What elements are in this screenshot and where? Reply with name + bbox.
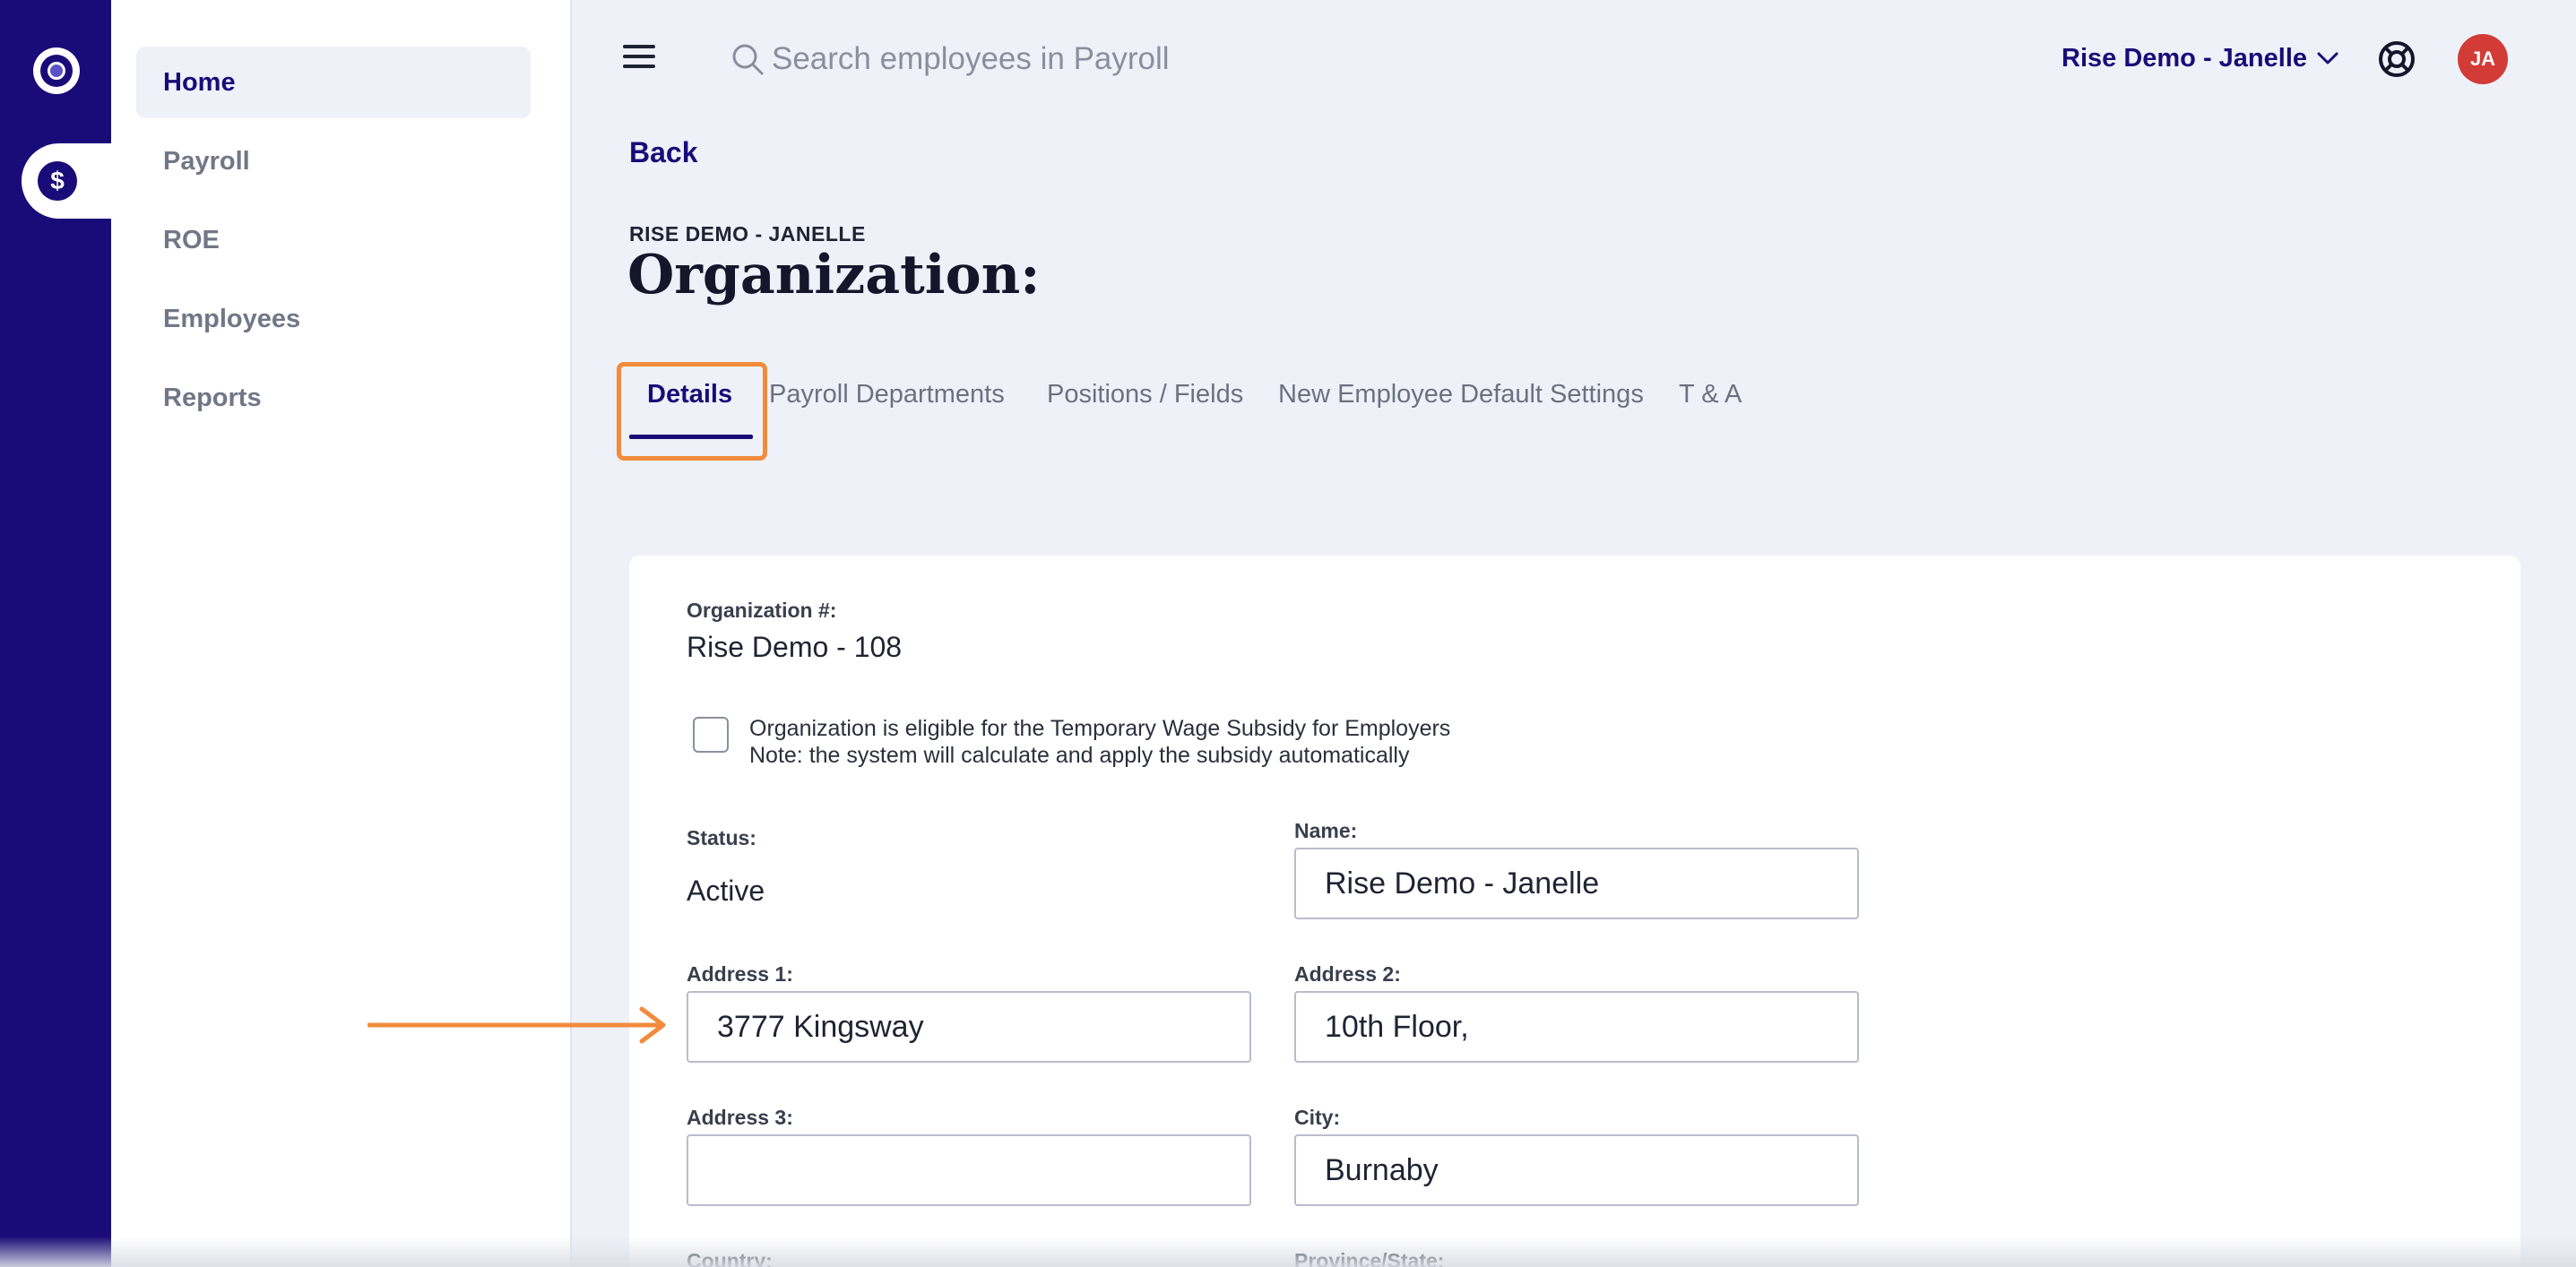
address3-label: Address 3: [687,1106,793,1129]
address1-label: Address 1: [687,962,793,986]
wage-subsidy-note: Note: the system will calculate and appl… [749,743,1410,768]
sidebar-item-employees[interactable]: Employees [136,283,531,355]
org-switcher-label: Rise Demo - Janelle [2062,43,2307,73]
sidebar: Home Payroll ROE Employees Reports [111,0,572,1267]
page-title: Organization: [627,244,1041,306]
hamburger-menu-icon[interactable] [623,45,655,72]
dollar-coin-icon: $ [38,161,77,201]
tab-payroll-departments[interactable]: Payroll Departments [769,380,1005,419]
app-rail: $ [0,0,111,1267]
status-value: Active [687,875,765,907]
app-logo-icon[interactable] [33,47,80,94]
status-label: Status: [687,826,756,849]
wage-subsidy-label: Organization is eligible for the Tempora… [749,716,1451,741]
search-icon [732,44,764,75]
address2-field[interactable] [1294,991,1859,1063]
tutorial-highlight-box [617,362,767,461]
sidebar-item-payroll[interactable]: Payroll [136,125,531,197]
address2-label: Address 2: [1294,962,1401,986]
help-lifebuoy-icon[interactable] [2377,39,2416,79]
sidebar-item-reports[interactable]: Reports [136,362,531,434]
user-avatar[interactable]: JA [2458,34,2508,84]
org-number-value: Rise Demo - 108 [687,631,903,663]
chevron-down-icon [2317,52,2338,65]
province-state-label: Province/State: [1294,1249,1445,1267]
country-label: Country: [687,1249,773,1267]
city-field[interactable] [1294,1134,1859,1206]
org-number-label: Organization #: [687,599,837,622]
sidebar-item-roe[interactable]: ROE [136,204,531,276]
search-input[interactable] [772,41,1345,77]
sidebar-item-home[interactable]: Home [136,47,531,118]
wage-subsidy-text: Organization is eligible for the Tempora… [749,715,1450,769]
org-switcher[interactable]: Rise Demo - Janelle [2062,36,2339,81]
back-link[interactable]: Back [629,136,698,169]
name-field[interactable] [1294,848,1859,919]
wage-subsidy-checkbox[interactable] [693,717,729,753]
tab-new-employee-default-settings[interactable]: New Employee Default Settings [1278,380,1644,419]
rail-payroll-tab[interactable]: $ [22,143,111,219]
city-label: City: [1294,1106,1341,1129]
tab-positions-fields[interactable]: Positions / Fields [1047,380,1243,419]
search-bar [730,34,1358,84]
address1-field[interactable] [687,991,1251,1063]
tab-t-and-a[interactable]: T & A [1679,380,1742,419]
name-label: Name: [1294,819,1358,842]
address3-field[interactable] [687,1134,1251,1206]
tutorial-arrow-icon [367,1006,666,1044]
org-eyebrow: RISE DEMO - JANELLE [629,222,866,246]
